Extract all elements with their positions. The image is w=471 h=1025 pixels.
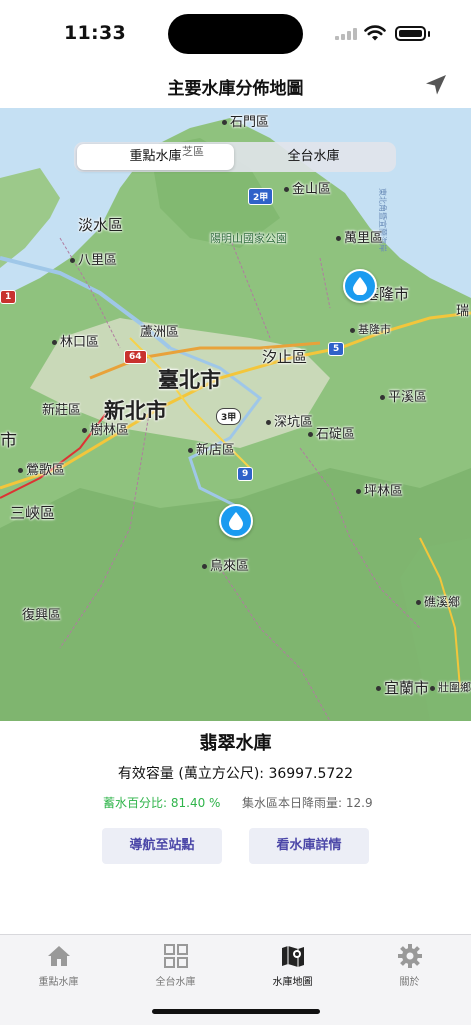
reservoir-filter-segmented-control: 重點水庫 全台水庫: [74, 142, 396, 172]
navigation-bar: 主要水庫分佈地圖: [0, 64, 471, 108]
map-label-linkou: 林口區: [52, 331, 99, 350]
gear-icon: [397, 944, 422, 968]
map-label-luzhou: 蘆洲區: [140, 325, 180, 340]
battery-icon: [395, 26, 426, 41]
segment-key-reservoirs[interactable]: 重點水庫: [77, 144, 234, 170]
map-label-yingge: 鶯歌區: [18, 459, 65, 478]
map-label-wanli: 萬里區: [336, 227, 383, 246]
battery-cap: [428, 31, 430, 37]
cellular-signal-icon: [335, 28, 357, 40]
dynamic-island: [168, 14, 303, 54]
reservoir-detail-button[interactable]: 看水庫詳情: [249, 828, 369, 864]
tab-reservoir-map[interactable]: 水庫地圖: [234, 943, 351, 988]
map-label-xinzhuang: 新莊區: [42, 403, 82, 418]
map-label-zhi: 芝區: [182, 145, 204, 158]
home-indicator: [152, 1009, 320, 1014]
water-drop-icon: [229, 512, 243, 530]
reservoir-pin-keelung[interactable]: [343, 269, 377, 303]
map-label-jinshan: 金山區: [284, 178, 331, 197]
road-shield-64: 64: [124, 350, 147, 364]
reservoir-map[interactable]: 東北角暨宜蘭海岸 重點水庫 全台水庫 石門區 芝區 金山區 淡水區 八里區 陽明…: [0, 108, 471, 721]
tab-label: 重點水庫: [38, 977, 79, 988]
map-label-shi: 市: [0, 431, 17, 451]
road-shield-1: 1: [0, 290, 17, 304]
catchment-rainfall: 集水區本日降雨量: 12.9: [242, 796, 373, 810]
map-label-wulai: 烏來區: [202, 555, 249, 574]
navigate-to-station-button[interactable]: 導航至站點: [102, 828, 222, 864]
status-time: 11:33: [64, 22, 126, 44]
road-shield-5: 5: [328, 342, 345, 356]
road-shield-9: 9: [237, 467, 254, 481]
map-label-taipei: 臺北市: [158, 368, 221, 392]
road-shield-3: 3甲: [216, 408, 242, 425]
status-bar: 11:33: [0, 0, 471, 64]
map-label-tamsui: 淡水區: [78, 216, 124, 234]
house-icon: [47, 946, 70, 966]
location-arrow-icon[interactable]: [421, 70, 451, 100]
reservoir-pin-feitsui[interactable]: [219, 504, 253, 538]
road-shield-2: 2甲: [248, 188, 274, 205]
tab-all-reservoirs[interactable]: 全台水庫: [117, 943, 234, 988]
storage-percentage: 蓄水百分比: 81.40 %: [103, 796, 221, 810]
reservoir-info-panel: 翡翠水庫 有效容量 (萬立方公尺): 36997.5722 蓄水百分比: 81.…: [0, 721, 471, 934]
map-label-shenkeng: 深坑區: [266, 411, 313, 430]
map-label-jiaoxi: 礁溪鄉: [416, 593, 460, 610]
map-label-pinglin: 坪林區: [356, 480, 403, 499]
map-label-shulin: 樹林區: [82, 419, 129, 438]
map-icon: [281, 946, 304, 967]
map-label-yangmingshan: 陽明山國家公園: [210, 232, 287, 245]
reservoir-capacity: 有效容量 (萬立方公尺): 36997.5722: [117, 766, 354, 782]
page-title: 主要水庫分佈地圖: [167, 79, 304, 99]
tab-key-reservoirs[interactable]: 重點水庫: [0, 943, 117, 988]
map-label-pingxi: 平溪區: [380, 386, 427, 405]
map-label-bali: 八里區: [70, 249, 117, 268]
map-label-ruifang: 瑞: [456, 304, 470, 319]
tab-label: 全台水庫: [155, 977, 196, 988]
wifi-icon: [364, 25, 386, 41]
tab-label: 水庫地圖: [272, 977, 313, 988]
map-label-shiding: 石碇區: [308, 423, 355, 442]
tab-about[interactable]: 關於: [351, 943, 468, 988]
map-label-fuxing: 復興區: [22, 608, 62, 623]
tab-label: 關於: [399, 977, 420, 988]
grid-icon: [163, 944, 188, 968]
water-drop-icon: [353, 277, 367, 295]
map-label-sanxia: 三峽區: [10, 504, 56, 522]
reservoir-name: 翡翠水庫: [199, 733, 272, 754]
map-label-yilan: 宜蘭市: [376, 677, 429, 698]
map-label-xizhi: 汐止區: [262, 348, 308, 366]
map-label-zhuwei: 壯圍鄉: [430, 679, 471, 695]
map-label-xindian: 新店區: [188, 439, 235, 458]
segment-all-reservoirs[interactable]: 全台水庫: [235, 144, 392, 170]
map-label-keelung-port: 基隆市: [350, 321, 391, 337]
map-label-shimen: 石門區: [222, 111, 269, 130]
